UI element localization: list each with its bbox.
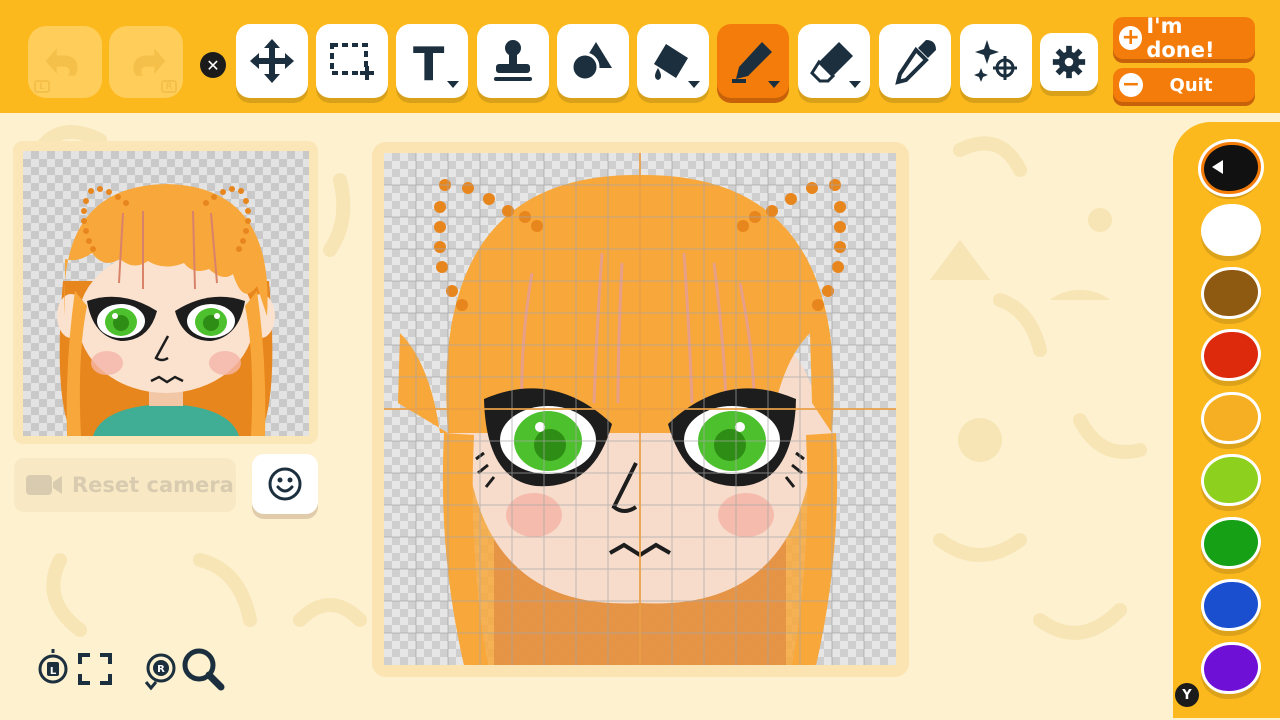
y-key-badge[interactable]: Y bbox=[1175, 683, 1199, 707]
color-swatch-white[interactable] bbox=[1201, 204, 1261, 256]
key-r-label: R bbox=[157, 664, 165, 675]
eraser-icon bbox=[810, 42, 853, 83]
shapes-tool-button[interactable] bbox=[557, 24, 629, 98]
zoom-button[interactable] bbox=[180, 646, 226, 696]
quit-label: Quit bbox=[1169, 74, 1213, 96]
effects-tool-button[interactable] bbox=[960, 24, 1032, 98]
reset-camera-label: Reset camera bbox=[72, 473, 234, 497]
key-l-label: L bbox=[50, 666, 57, 677]
eyedropper-icon bbox=[895, 40, 936, 85]
color-swatch-orange[interactable] bbox=[1201, 392, 1261, 444]
settings-button[interactable] bbox=[1040, 33, 1098, 91]
undo-icon bbox=[45, 48, 78, 76]
eraser-tool-button[interactable] bbox=[798, 24, 870, 98]
undo-button[interactable]: L bbox=[28, 26, 102, 98]
color-swatch-red[interactable] bbox=[1201, 329, 1261, 381]
gear-icon bbox=[1052, 45, 1086, 79]
text-tool-icon: T bbox=[413, 37, 445, 86]
color-swatch-blue[interactable] bbox=[1201, 579, 1261, 631]
color-swatch-purple[interactable] bbox=[1201, 642, 1261, 694]
submenu-arrow bbox=[688, 81, 700, 88]
key-r-badge: R bbox=[161, 80, 177, 93]
select-tool-button[interactable] bbox=[316, 24, 388, 98]
smiley-face-icon bbox=[268, 467, 302, 501]
color-swatch-green[interactable] bbox=[1201, 517, 1261, 569]
reset-camera-button[interactable]: Reset camera bbox=[14, 458, 236, 512]
selected-color-arrow bbox=[1212, 160, 1223, 174]
stamp-icon bbox=[494, 40, 532, 81]
drawing-canvas[interactable] bbox=[384, 153, 896, 665]
marquee-select-icon bbox=[330, 43, 374, 80]
expression-button[interactable] bbox=[252, 454, 318, 514]
submenu-arrow bbox=[849, 81, 861, 88]
top-toolbar: L R ✕ T + I'm done! − Quit bbox=[0, 0, 1280, 113]
fullscreen-icon bbox=[78, 653, 112, 685]
color-swatch-brown[interactable] bbox=[1201, 267, 1261, 319]
submenu-arrow bbox=[447, 81, 459, 88]
stamp-tool-button[interactable] bbox=[477, 24, 549, 98]
submenu-arrow bbox=[768, 81, 780, 88]
canvas-artwork bbox=[384, 153, 896, 665]
character-preview-image bbox=[57, 184, 275, 436]
zoom-reset-icon: L bbox=[38, 649, 68, 684]
close-key-badge[interactable]: ✕ bbox=[200, 52, 226, 78]
paint-bucket-icon bbox=[654, 44, 688, 80]
character-preview[interactable] bbox=[23, 151, 309, 436]
pen-icon bbox=[732, 42, 772, 83]
eyedropper-tool-button[interactable] bbox=[879, 24, 951, 98]
move-tool-button[interactable] bbox=[236, 24, 308, 98]
minus-icon: − bbox=[1119, 73, 1143, 97]
magnifier-icon bbox=[182, 648, 225, 691]
redo-button[interactable]: R bbox=[109, 26, 183, 98]
im-done-button[interactable]: + I'm done! bbox=[1113, 14, 1255, 62]
quit-button[interactable]: − Quit bbox=[1113, 68, 1255, 102]
camera-icon bbox=[26, 475, 62, 495]
im-done-label: I'm done! bbox=[1146, 14, 1215, 62]
plus-icon: + bbox=[1119, 26, 1143, 50]
color-palette bbox=[1173, 122, 1280, 718]
r-stick-icon: R bbox=[144, 653, 176, 691]
sparkle-effects-icon bbox=[974, 40, 1017, 82]
color-swatch-lime[interactable] bbox=[1201, 454, 1261, 506]
fill-tool-button[interactable] bbox=[637, 24, 709, 98]
move-arrows-icon bbox=[250, 39, 294, 83]
pen-tool-button[interactable] bbox=[717, 24, 789, 98]
text-tool-button[interactable]: T bbox=[396, 24, 468, 98]
shapes-icon bbox=[570, 42, 612, 82]
svg-text:T: T bbox=[413, 37, 445, 86]
key-l-badge: L bbox=[34, 80, 50, 93]
zoom-reset-control[interactable]: L bbox=[37, 649, 71, 693]
pan-control[interactable]: R bbox=[142, 652, 180, 696]
color-swatch-black[interactable] bbox=[1201, 142, 1261, 194]
fullscreen-button[interactable] bbox=[77, 652, 113, 690]
redo-icon bbox=[133, 48, 166, 76]
